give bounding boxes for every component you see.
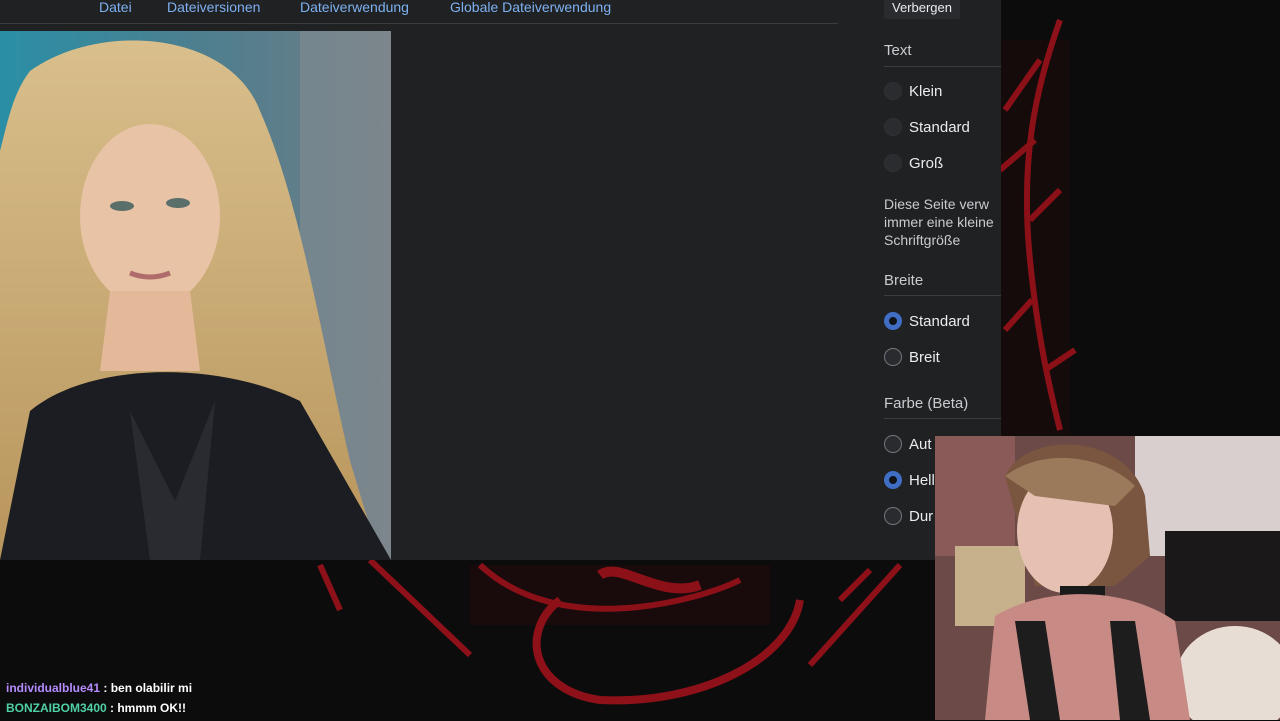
divider [884,66,1001,67]
color-option-auto[interactable]: Aut [884,435,932,453]
color-section-title: Farbe (Beta) [884,395,969,412]
radio-icon[interactable] [884,154,902,172]
chat-text: : hmmm OK!! [106,701,187,715]
tab-datei[interactable]: Datei [99,0,132,14]
color-option-dunkel[interactable]: Dur [884,507,933,525]
option-label: Klein [909,82,943,100]
radio-checked-icon[interactable] [884,312,902,330]
hide-button[interactable]: Verbergen [884,0,960,19]
text-option-klein[interactable]: Klein [884,82,942,100]
option-label: Hell [909,471,935,489]
radio-checked-icon[interactable] [884,471,902,489]
width-option-standard[interactable]: Standard [884,312,970,330]
radio-icon[interactable] [884,348,902,366]
color-option-hell[interactable]: Hell [884,471,935,489]
option-label: Aut [909,435,932,453]
text-section-title: Text [884,42,912,59]
width-option-breit[interactable]: Breit [884,348,940,366]
option-label: Standard [909,312,970,330]
divider [884,295,1001,296]
option-label: Breit [909,348,940,366]
radio-icon[interactable] [884,118,902,136]
text-size-note: Diese Seite verw immer eine kleine Schri… [884,196,994,248]
option-label: Dur [909,507,934,525]
portrait-image[interactable] [0,31,391,560]
stream-chat: individualblue41 : ben olabilir mi BONZA… [6,681,192,721]
chat-username[interactable]: individualblue41 [6,681,100,695]
text-option-standard[interactable]: Standard [884,118,970,136]
chat-message: individualblue41 : ben olabilir mi [6,681,192,701]
option-label: Groß [909,154,944,172]
divider [884,418,1001,419]
radio-icon[interactable] [884,507,902,525]
tab-globale-dateiverwendung[interactable]: Globale Dateiverwendung [450,0,611,14]
option-label: Standard [909,118,970,136]
chat-text: : ben olabilir mi [100,681,193,695]
tab-dateiversionen[interactable]: Dateiversionen [167,0,260,14]
wiki-file-page: Datei Dateiversionen Dateiverwendung Glo… [0,0,838,560]
chat-message: BONZAIBOM3400 : hmmm OK!! [6,701,192,721]
tab-dateiverwendung[interactable]: Dateiverwendung [300,0,409,14]
radio-icon[interactable] [884,82,902,100]
chat-username[interactable]: BONZAIBOM3400 [6,701,107,715]
webcam-overlay [935,436,1280,720]
text-option-gross[interactable]: Groß [884,154,943,172]
width-section-title: Breite [884,272,924,289]
radio-icon[interactable] [884,435,902,453]
file-tabs: Datei Dateiversionen Dateiverwendung Glo… [0,0,838,24]
